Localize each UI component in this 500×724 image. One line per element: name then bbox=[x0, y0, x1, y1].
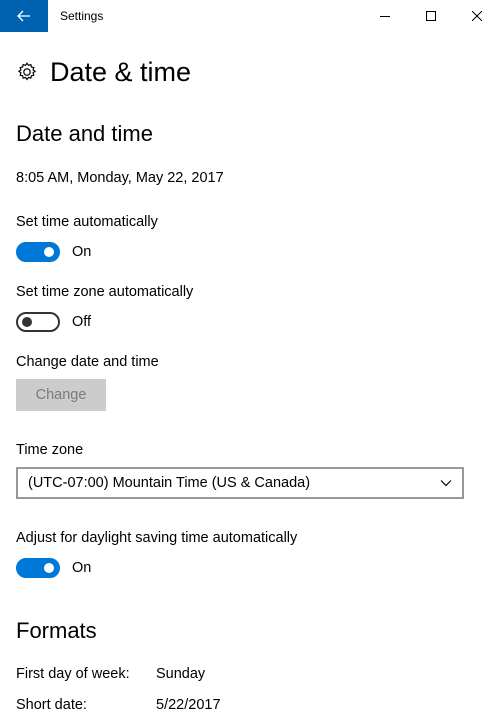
minimize-icon bbox=[380, 16, 390, 17]
set-tz-auto-toggle[interactable]: Off bbox=[16, 312, 91, 332]
close-button[interactable] bbox=[454, 0, 500, 32]
maximize-icon bbox=[426, 11, 436, 21]
page-title: Date & time bbox=[50, 57, 192, 87]
toggle-knob bbox=[44, 247, 54, 257]
toggle-knob bbox=[22, 317, 32, 327]
chevron-down-icon bbox=[440, 480, 452, 487]
section-title-formats: Formats bbox=[16, 618, 97, 643]
toggle-state: Off bbox=[72, 314, 92, 330]
gear-icon bbox=[17, 62, 37, 81]
toggle-switch[interactable] bbox=[16, 242, 60, 262]
title-bar: Settings bbox=[0, 0, 500, 32]
page-header: Date & time bbox=[16, 56, 191, 88]
toggle-state: On bbox=[72, 560, 92, 576]
dst-label: Adjust for daylight saving time automati… bbox=[16, 530, 298, 546]
toggle-switch[interactable] bbox=[16, 558, 60, 578]
format-key: Short date: bbox=[16, 697, 87, 713]
format-value: 5/22/2017 bbox=[156, 697, 221, 713]
maximize-button[interactable] bbox=[408, 0, 454, 32]
back-button[interactable] bbox=[0, 0, 48, 32]
close-icon bbox=[472, 11, 482, 21]
set-time-auto-toggle[interactable]: On bbox=[16, 242, 91, 262]
toggle-switch[interactable] bbox=[16, 312, 60, 332]
toggle-knob bbox=[44, 563, 54, 573]
current-date-time: 8:05 AM, Monday, May 22, 2017 bbox=[16, 170, 224, 186]
set-tz-auto-label: Set time zone automatically bbox=[16, 284, 194, 300]
dst-toggle[interactable]: On bbox=[16, 558, 91, 578]
time-zone-dropdown[interactable]: (UTC-07:00) Mountain Time (US & Canada) bbox=[16, 467, 464, 499]
change-date-time-label: Change date and time bbox=[16, 354, 159, 370]
time-zone-value: (UTC-07:00) Mountain Time (US & Canada) bbox=[28, 475, 311, 491]
settings-window: Settings Date & time Date and time 8:05 … bbox=[0, 0, 500, 724]
window-title: Settings bbox=[60, 9, 104, 23]
arrow-left-icon bbox=[17, 10, 30, 22]
minimize-button[interactable] bbox=[362, 0, 408, 32]
time-zone-label: Time zone bbox=[16, 442, 84, 458]
toggle-state: On bbox=[72, 244, 92, 260]
set-time-auto-label: Set time automatically bbox=[16, 214, 158, 230]
section-title-date-and-time: Date and time bbox=[16, 121, 153, 146]
change-button[interactable]: Change bbox=[16, 379, 106, 411]
format-value: Sunday bbox=[156, 666, 206, 682]
format-key: First day of week: bbox=[16, 666, 130, 682]
